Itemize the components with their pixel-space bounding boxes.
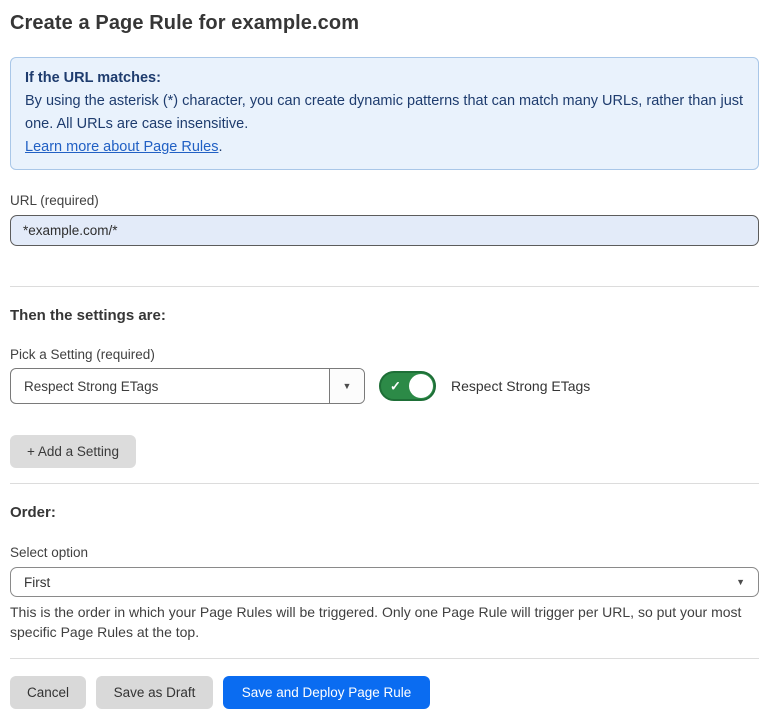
setting-dropdown-button[interactable]: ▼	[329, 369, 364, 403]
page-title: Create a Page Rule for example.com	[10, 10, 759, 36]
caret-down-icon: ▼	[343, 381, 352, 391]
info-box-link-line: Learn more about Page Rules.	[25, 136, 744, 159]
url-match-info-box: If the URL matches: By using the asteris…	[10, 57, 759, 170]
order-select-label: Select option	[10, 545, 759, 560]
divider	[10, 483, 759, 484]
settings-section-heading: Then the settings are:	[10, 307, 759, 324]
save-deploy-button[interactable]: Save and Deploy Page Rule	[223, 676, 430, 709]
toggle-knob	[409, 374, 433, 398]
setting-toggle-group: ✓ Respect Strong ETags	[379, 371, 590, 401]
footer-actions: Cancel Save as Draft Save and Deploy Pag…	[10, 676, 759, 709]
caret-down-icon: ▼	[736, 577, 745, 587]
add-setting-button[interactable]: + Add a Setting	[10, 435, 136, 468]
setting-dropdown[interactable]: Respect Strong ETags ▼	[10, 368, 365, 404]
info-box-heading: If the URL matches:	[25, 67, 744, 90]
url-input[interactable]	[10, 215, 759, 246]
save-draft-button[interactable]: Save as Draft	[96, 676, 213, 709]
divider	[10, 658, 759, 659]
pick-setting-label: Pick a Setting (required)	[10, 347, 759, 362]
setting-toggle[interactable]: ✓	[379, 371, 436, 401]
learn-more-link[interactable]: Learn more about Page Rules	[25, 139, 218, 155]
setting-toggle-label: Respect Strong ETags	[451, 378, 590, 394]
setting-row: Respect Strong ETags ▼ ✓ Respect Strong …	[10, 368, 759, 404]
setting-dropdown-value: Respect Strong ETags	[11, 369, 329, 403]
cancel-button[interactable]: Cancel	[10, 676, 86, 709]
checkmark-icon: ✓	[390, 380, 401, 393]
order-select[interactable]: First ▼	[10, 567, 759, 597]
create-page-rule-form: Create a Page Rule for example.com If th…	[0, 10, 769, 709]
order-section-heading: Order:	[10, 504, 759, 521]
order-helper-text: This is the order in which your Page Rul…	[10, 603, 759, 642]
order-select-value: First	[24, 575, 736, 590]
info-box-body: By using the asterisk (*) character, you…	[25, 90, 744, 136]
divider	[10, 286, 759, 287]
link-suffix: .	[218, 139, 222, 155]
url-field-label: URL (required)	[10, 193, 759, 208]
